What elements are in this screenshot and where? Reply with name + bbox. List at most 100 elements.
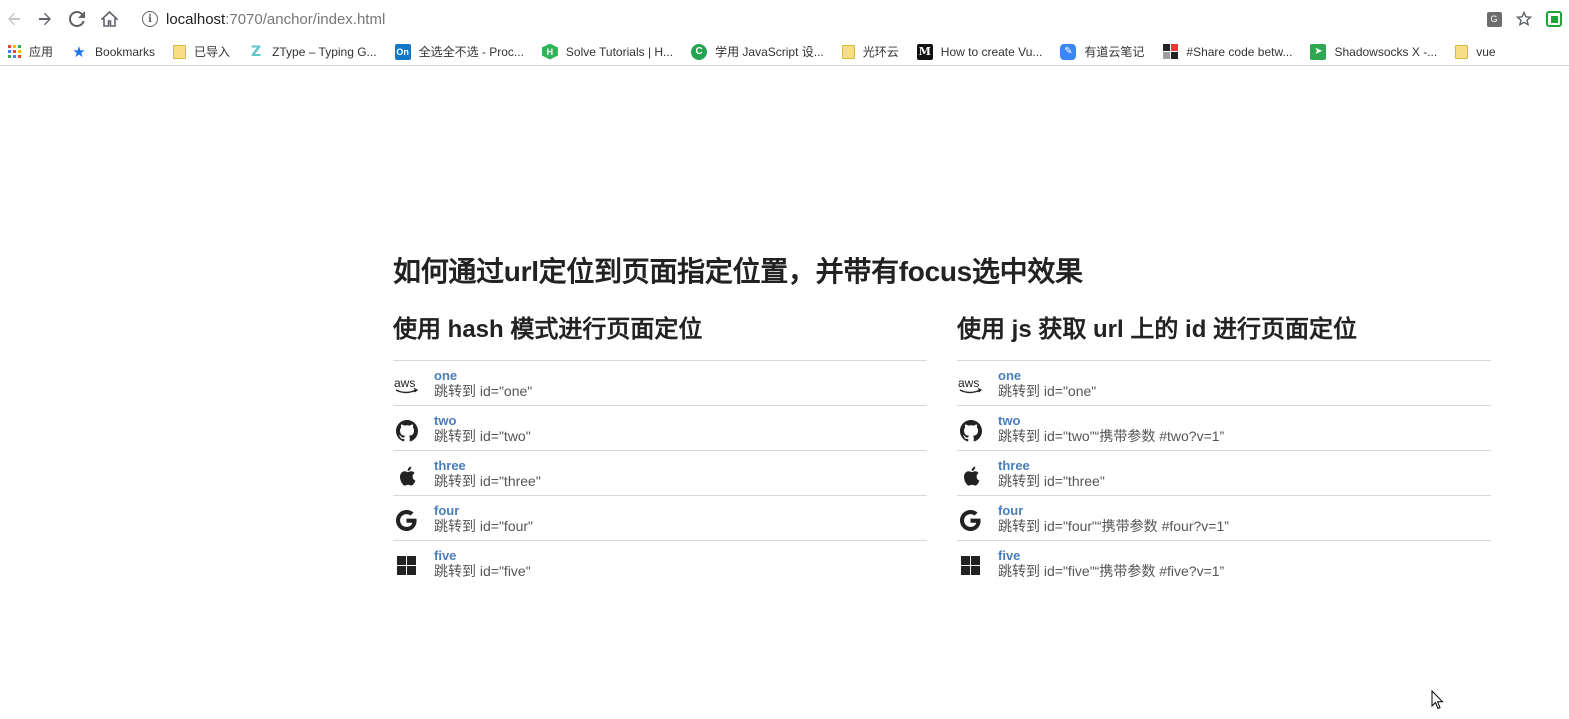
- mouse-cursor-icon: [1431, 690, 1444, 710]
- item-name: four: [998, 503, 1024, 518]
- bookmark-label: Solve Tutorials | H...: [565, 44, 674, 59]
- apple-icon: [393, 462, 420, 489]
- info-icon[interactable]: i: [142, 11, 158, 27]
- bookmark-ztype[interactable]: Z ZType – Typing G...: [246, 41, 379, 63]
- url-text[interactable]: localhost:7070/anchor/index.html: [166, 11, 385, 28]
- bookmark-apps[interactable]: 应用: [6, 41, 55, 63]
- bookmark-label: How to create Vu...: [940, 44, 1043, 59]
- codeshare-icon: [1162, 43, 1178, 60]
- folder-icon: [173, 44, 187, 59]
- item-desc: 跳转到 id="one": [998, 383, 1097, 399]
- anchor-list: aws one 跳转到 id="one" two 跳转到 id="two" th…: [393, 360, 927, 586]
- item-desc: 跳转到 id="four"“携带参数 #four?v=1”: [998, 518, 1229, 534]
- url-path: :7070/anchor/index.html: [225, 10, 386, 28]
- url-host: localhost: [166, 10, 226, 28]
- item-desc: 跳转到 id="four": [434, 518, 534, 534]
- github-icon: [957, 417, 984, 444]
- js-mode-section: 使用 js 获取 url 上的 id 进行页面定位 aws one 跳转到 id…: [957, 315, 1491, 586]
- bookmark-label: 全选全不选 - Proc...: [418, 45, 524, 59]
- bookmarks-bar: 应用 ★ Bookmarks 已导入 Z ZType – Typing G...…: [0, 38, 1569, 66]
- list-item-two[interactable]: two 跳转到 id="two": [393, 406, 927, 451]
- svg-text:aws: aws: [958, 376, 979, 390]
- list-item-four[interactable]: four 跳转到 id="four"“携带参数 #four?v=1”: [957, 496, 1491, 541]
- section-title: 使用 hash 模式进行页面定位: [393, 316, 703, 343]
- list-item-five[interactable]: five 跳转到 id="five"“携带参数 #five?v=1”: [957, 541, 1491, 586]
- apple-icon: [957, 462, 984, 489]
- hackerrank-icon: H: [541, 43, 558, 60]
- reload-button[interactable]: [65, 7, 89, 31]
- bookmark-bookmarks[interactable]: ★ Bookmarks: [69, 41, 157, 63]
- section-title: 使用 js 获取 url 上的 id 进行页面定位: [957, 316, 1358, 343]
- ztype-icon: Z: [250, 43, 262, 60]
- list-item-two[interactable]: two 跳转到 id="two"“携带参数 #two?v=1”: [957, 406, 1491, 451]
- item-desc: 跳转到 id="five": [434, 563, 531, 579]
- page-title: 如何通过url定位到页面指定位置，并带有focus选中效果: [393, 256, 1083, 287]
- item-name: three: [434, 458, 466, 473]
- item-name: five: [434, 548, 457, 563]
- list-item-three[interactable]: three 跳转到 id="three": [393, 451, 927, 496]
- bookmark-label: 已导入: [194, 45, 231, 59]
- extension-icon: [1546, 11, 1562, 27]
- bookmark-star-button[interactable]: [1509, 6, 1539, 32]
- item-name: two: [434, 413, 457, 428]
- list-item-one[interactable]: aws one 跳转到 id="one": [393, 361, 927, 406]
- bookmark-guanghuan[interactable]: 光环云: [840, 41, 901, 63]
- item-desc: 跳转到 id="two": [434, 428, 531, 444]
- item-desc: 跳转到 id="three": [998, 473, 1105, 489]
- windows-icon: [393, 552, 420, 579]
- google-icon: [393, 507, 420, 534]
- item-name: five: [998, 548, 1021, 563]
- bookmark-shadowsocks[interactable]: ➤ Shadowsocks X -...: [1308, 41, 1439, 63]
- bookmark-share-code[interactable]: #Share code betw...: [1160, 41, 1294, 63]
- bookmark-label: #Share code betw...: [1186, 44, 1293, 59]
- arrow-right-icon: [39, 12, 51, 26]
- bookmark-imported[interactable]: 已导入: [171, 41, 232, 63]
- folder-icon: [841, 44, 855, 59]
- extension-button[interactable]: [1539, 6, 1569, 32]
- arrow-left-icon: [8, 12, 20, 26]
- item-name: four: [434, 503, 460, 518]
- aws-icon: aws: [393, 372, 420, 399]
- bookmark-vue[interactable]: vue: [1453, 41, 1497, 63]
- forward-button[interactable]: [33, 7, 57, 31]
- item-name: one: [998, 368, 1022, 383]
- google-icon: [957, 507, 984, 534]
- item-name: two: [998, 413, 1021, 428]
- bookmark-label: Bookmarks: [95, 44, 156, 59]
- bookmark-label: 光环云: [862, 45, 899, 59]
- hash-mode-section: 使用 hash 模式进行页面定位 aws one 跳转到 id="one" tw…: [393, 315, 927, 586]
- bookmark-hackerrank[interactable]: H Solve Tutorials | H...: [540, 41, 675, 63]
- bookmark-processing[interactable]: On 全选全不选 - Proc...: [393, 41, 526, 63]
- windows-icon: [957, 552, 984, 579]
- c-icon: C: [691, 43, 708, 60]
- back-button[interactable]: [2, 7, 26, 31]
- item-desc: 跳转到 id="one": [434, 383, 533, 399]
- browser-toolbar: i localhost:7070/anchor/index.html G: [0, 0, 1569, 38]
- list-item-four[interactable]: four 跳转到 id="four": [393, 496, 927, 541]
- item-desc: 跳转到 id="five"“携带参数 #five?v=1”: [998, 563, 1225, 579]
- star-outline-icon: [1516, 11, 1532, 27]
- bookmark-label: vue: [1476, 44, 1496, 59]
- page-content: 如何通过url定位到页面指定位置，并带有focus选中效果 使用 hash 模式…: [393, 250, 1493, 579]
- address-bar[interactable]: i localhost:7070/anchor/index.html: [134, 5, 1464, 33]
- reload-icon: [69, 11, 85, 27]
- bookmark-label: 学用 JavaScript 设...: [715, 45, 824, 59]
- home-button[interactable]: [97, 7, 121, 31]
- list-item-one[interactable]: aws one 跳转到 id="one": [957, 361, 1491, 406]
- bookmark-medium[interactable]: M How to create Vu...: [915, 41, 1045, 63]
- star-icon: ★: [72, 43, 86, 61]
- github-icon: [393, 417, 420, 444]
- home-icon: [100, 11, 118, 27]
- medium-icon: M: [916, 43, 933, 60]
- bookmark-youdao[interactable]: ✎ 有道云笔记: [1058, 41, 1146, 63]
- list-item-three[interactable]: three 跳转到 id="three": [957, 451, 1491, 496]
- bookmark-label: ZType – Typing G...: [272, 44, 377, 59]
- bookmark-js-design[interactable]: C 学用 JavaScript 设...: [689, 41, 826, 63]
- item-desc: 跳转到 id="two"“携带参数 #two?v=1”: [998, 428, 1225, 444]
- apps-grid-icon: [8, 45, 21, 58]
- item-name: three: [998, 458, 1030, 473]
- list-item-five[interactable]: five 跳转到 id="five": [393, 541, 927, 586]
- translate-button[interactable]: G: [1479, 6, 1509, 32]
- aws-icon: aws: [957, 372, 984, 399]
- bookmark-label: 应用: [29, 45, 54, 59]
